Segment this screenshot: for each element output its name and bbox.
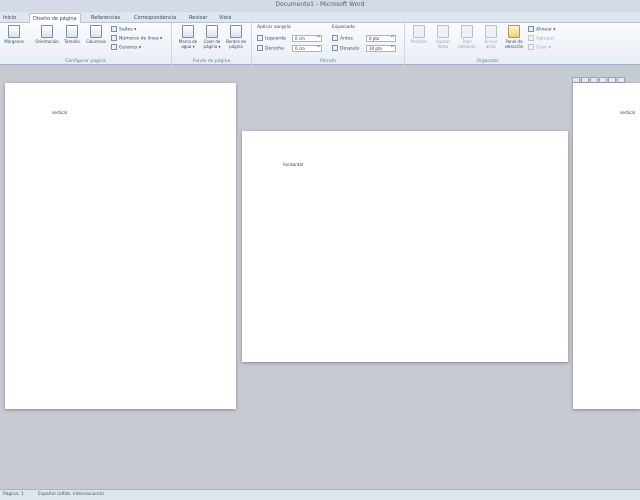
spacing-after-icon bbox=[332, 45, 338, 51]
group-parrafo: Aplicar sangría Izquierda 0 cm Derecha 0… bbox=[252, 23, 405, 65]
posicion-button[interactable]: Posición bbox=[407, 25, 431, 44]
page-1-text: vertical bbox=[52, 110, 67, 115]
espaciado-label: Espaciado bbox=[332, 25, 355, 30]
tab-vista[interactable]: Vista bbox=[216, 13, 234, 23]
guiones-button[interactable]: Guiones ▾ bbox=[111, 44, 141, 52]
indent-right-input[interactable]: 0 cm bbox=[292, 45, 322, 52]
line-numbers-icon bbox=[111, 35, 117, 41]
indent-left-input[interactable]: 0 cm bbox=[292, 35, 322, 42]
document-page-2[interactable]: horizontal bbox=[242, 131, 568, 362]
margins-icon bbox=[8, 25, 20, 38]
page-2-text: horizontal bbox=[283, 162, 303, 167]
group-label-organizar: Organizar bbox=[476, 59, 499, 64]
status-page[interactable]: Página: 1 bbox=[3, 490, 24, 500]
page-borders-icon bbox=[230, 25, 242, 38]
window-title: Documento1 - Microsoft Word bbox=[275, 1, 365, 8]
group-organizar: Posición Ajustar texto Traer adelante En… bbox=[405, 23, 570, 65]
orientacion-button[interactable]: Orientación bbox=[33, 25, 61, 44]
aplicar-sangria-label: Aplicar sangría bbox=[257, 25, 291, 30]
tab-inicio[interactable]: Inicio bbox=[0, 13, 19, 23]
group-label-configurar-pagina: Configurar página bbox=[65, 59, 106, 64]
group-label-fondo-de-pagina: Fondo de página bbox=[192, 59, 231, 64]
view-buttons bbox=[572, 68, 640, 83]
rotate-icon bbox=[528, 44, 534, 50]
spacing-after-input[interactable]: 10 pto bbox=[366, 45, 396, 52]
ajustar-texto-button[interactable]: Ajustar texto bbox=[431, 25, 455, 49]
color-de-pagina-button[interactable]: Color de página ▾ bbox=[200, 25, 224, 49]
status-bar: Página: 1 Español (alfab. internacional) bbox=[0, 489, 640, 500]
spacing-before-input[interactable]: 0 pto bbox=[366, 35, 396, 42]
document-page-1[interactable]: vertical bbox=[5, 83, 236, 409]
group-icon bbox=[528, 35, 534, 41]
page-3-text: vertical bbox=[620, 110, 635, 115]
tab-referencias[interactable]: Referencias bbox=[88, 13, 123, 23]
margenes-button[interactable]: Márgenes bbox=[3, 25, 25, 44]
alinear-button[interactable]: Alinear ▾ bbox=[528, 26, 556, 34]
enviar-atras-button[interactable]: Enviar atrás bbox=[479, 25, 503, 49]
numeros-de-linea-button[interactable]: Números de línea ▾ bbox=[111, 35, 162, 43]
group-label-parrafo: Párrafo bbox=[320, 59, 336, 64]
tab-revisar[interactable]: Revisar bbox=[186, 13, 210, 23]
derecha-label: Derecha bbox=[257, 45, 284, 52]
group-fondo-de-pagina: Marca de agua ▾ Color de página ▾ Bordes… bbox=[172, 23, 252, 65]
panel-de-seleccion-button[interactable]: Panel de selección bbox=[502, 25, 526, 49]
status-language[interactable]: Español (alfab. internacional) bbox=[38, 490, 104, 500]
izquierda-label: Izquierda bbox=[257, 35, 286, 42]
group-configurar-pagina: Márgenes Orientación Tamaño Columnas Sal… bbox=[0, 23, 172, 65]
ribbon: Márgenes Orientación Tamaño Columnas Sal… bbox=[0, 23, 640, 65]
saltos-button[interactable]: Saltos ▾ bbox=[111, 26, 136, 34]
send-backward-icon bbox=[485, 25, 497, 38]
agrupar-button[interactable]: Agrupar bbox=[528, 35, 554, 43]
orientation-icon bbox=[41, 25, 53, 38]
size-icon bbox=[66, 25, 78, 38]
tab-correspondencia[interactable]: Correspondencia bbox=[131, 13, 179, 23]
hyphenation-icon bbox=[111, 44, 117, 50]
indent-right-icon bbox=[257, 45, 263, 51]
align-icon bbox=[528, 26, 534, 32]
marca-de-agua-button[interactable]: Marca de agua ▾ bbox=[176, 25, 200, 49]
spacing-before-icon bbox=[332, 35, 338, 41]
document-page-3[interactable]: vertical bbox=[573, 83, 640, 409]
ribbon-tabs: Inicio Diseño de página Referencias Corr… bbox=[0, 12, 640, 24]
bordes-de-pagina-button[interactable]: Bordes de página bbox=[224, 25, 248, 49]
antes-label: Antes bbox=[332, 35, 353, 42]
tamano-button[interactable]: Tamaño bbox=[61, 25, 83, 44]
despues-label: Después bbox=[332, 45, 359, 52]
breaks-icon bbox=[111, 26, 117, 32]
position-icon bbox=[413, 25, 425, 38]
traer-adelante-button[interactable]: Traer adelante bbox=[455, 25, 479, 49]
selection-pane-icon bbox=[508, 25, 520, 38]
indent-left-icon bbox=[257, 35, 263, 41]
page-color-icon bbox=[206, 25, 218, 38]
wrap-text-icon bbox=[437, 25, 449, 38]
columnas-button[interactable]: Columnas bbox=[85, 25, 107, 44]
girar-button[interactable]: Girar ▾ bbox=[528, 44, 551, 52]
watermark-icon bbox=[182, 25, 194, 38]
bring-forward-icon bbox=[461, 25, 473, 38]
columns-icon bbox=[90, 25, 102, 38]
title-bar: Documento1 - Microsoft Word bbox=[0, 0, 640, 12]
